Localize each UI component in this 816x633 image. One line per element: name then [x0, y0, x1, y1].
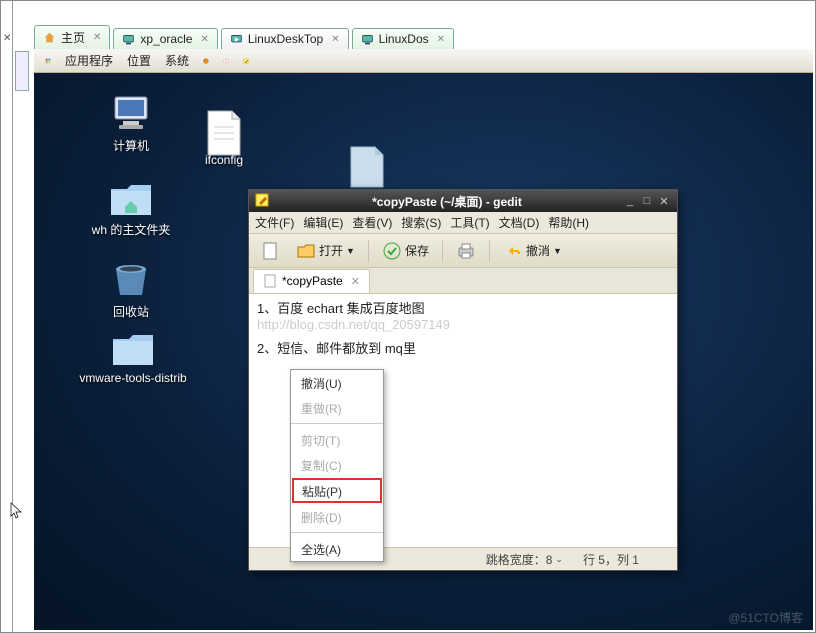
watermark: http://blog.csdn.net/qq_20597149 — [257, 317, 669, 332]
menu-tools[interactable]: 工具(T) — [450, 214, 489, 231]
tab-label: 主页 — [61, 29, 85, 46]
icon-label: wh 的主文件夹 — [86, 221, 176, 238]
close-icon[interactable]: ✕ — [437, 34, 445, 45]
trash-icon — [110, 259, 152, 299]
close-icon[interactable]: ✕ — [331, 34, 339, 45]
ctx-undo[interactable]: 撤消(U) — [291, 370, 383, 395]
places-menu[interactable]: 位置 — [122, 52, 156, 69]
firefox-icon[interactable] — [198, 53, 214, 69]
page-watermark: @51CTO博客 — [728, 609, 803, 626]
close-icon[interactable]: ✕ — [3, 33, 11, 44]
folder-icon — [109, 327, 157, 367]
separator — [489, 240, 490, 262]
ctx-delete: 删除(D) — [291, 504, 383, 529]
separator — [291, 532, 383, 533]
ctx-paste[interactable]: 粘贴(P) — [292, 478, 382, 503]
maximize-button[interactable]: □ — [640, 194, 654, 208]
menubar: 文件(F) 编辑(E) 查看(V) 搜索(S) 工具(T) 文档(D) 帮助(H… — [249, 212, 677, 234]
tab-label: LinuxDeskTop — [248, 32, 323, 46]
menu-file[interactable]: 文件(F) — [255, 214, 294, 231]
menu-search[interactable]: 搜索(S) — [401, 214, 441, 231]
vm-on-icon — [230, 33, 243, 46]
icon-label: vmware-tools-distrib — [74, 371, 192, 385]
menu-help[interactable]: 帮助(H) — [548, 214, 589, 231]
tab-label: *copyPaste — [282, 274, 343, 288]
tab-xp-oracle[interactable]: xp_oracle ✕ — [113, 28, 217, 49]
separator — [368, 240, 369, 262]
editor-tab[interactable]: *copyPaste ✕ — [253, 269, 370, 293]
context-menu: 撤消(U) 重做(R) 剪切(T) 复制(C) 粘贴(P) 删除(D) 全选(A… — [290, 369, 384, 562]
undo-button[interactable]: 撤消 ▼ — [498, 238, 567, 264]
print-button[interactable] — [451, 238, 481, 264]
gedit-icon — [255, 193, 269, 210]
ctx-select-all[interactable]: 全选(A) — [291, 536, 383, 561]
new-button[interactable] — [255, 238, 285, 264]
vm-icon — [361, 33, 374, 46]
home-icon — [43, 31, 56, 44]
close-icon[interactable]: ✕ — [200, 34, 208, 45]
tab-linux-desktop[interactable]: LinuxDeskTop ✕ — [221, 28, 349, 49]
window-titlebar[interactable]: *copyPaste (~/桌面) - gedit _ □ ✕ — [249, 190, 677, 212]
apps-menu[interactable]: 应用程序 — [60, 52, 118, 69]
gedit-window[interactable]: *copyPaste (~/桌面) - gedit _ □ ✕ 文件(F) 编辑… — [248, 189, 678, 571]
desktop-icon-vmware[interactable]: vmware-tools-distrib — [74, 327, 192, 385]
close-button[interactable]: ✕ — [657, 194, 671, 208]
close-icon[interactable]: ✕ — [351, 275, 360, 288]
desktop-icon-trash[interactable]: 回收站 — [86, 259, 176, 320]
split-handle[interactable] — [15, 51, 29, 91]
chevron-down-icon: ⌄ — [555, 554, 563, 565]
editor-area[interactable]: 1、百度 echart 集成百度地图 http://blog.csdn.net/… — [249, 294, 677, 548]
tab-label: LinuxDos — [379, 32, 429, 46]
top-panel: 应用程序 位置 系统 — [34, 49, 813, 73]
outer-frame: ✕ 主页 ✕ xp_oracle ✕ LinuxDeskTop ✕ LinuxD… — [0, 0, 816, 633]
tab-label: xp_oracle — [140, 32, 192, 46]
editor-line: 2、短信、邮件都放到 mq里 — [257, 338, 669, 357]
chevron-down-icon: ▼ — [553, 246, 562, 256]
editor-tabs: *copyPaste ✕ — [249, 268, 677, 294]
editor-line: 1、百度 echart 集成百度地图 — [257, 298, 669, 317]
ctx-copy: 复制(C) — [291, 452, 383, 477]
toolbar: 打开 ▼ 保存 撤消 ▼ — [249, 234, 677, 268]
icon-label: ifconfig — [179, 153, 269, 167]
menu-icon[interactable] — [40, 53, 56, 69]
document-icon — [263, 274, 277, 288]
open-button[interactable]: 打开 ▼ — [291, 238, 360, 264]
left-sidebar: ✕ — [1, 1, 13, 632]
separator — [442, 240, 443, 262]
home-folder-icon — [107, 177, 155, 217]
mouse-cursor — [10, 502, 24, 520]
vm-icon — [122, 33, 135, 46]
linux-desktop[interactable]: 应用程序 位置 系统 计算机 ifconfig — [34, 49, 813, 630]
screenshot-icon[interactable] — [218, 53, 234, 69]
icon-label: 计算机 — [86, 137, 176, 154]
note-icon[interactable] — [238, 53, 254, 69]
computer-icon — [107, 93, 155, 133]
tab-home[interactable]: 主页 ✕ — [34, 25, 110, 49]
minimize-button[interactable]: _ — [623, 194, 637, 208]
menu-edit[interactable]: 编辑(E) — [303, 214, 343, 231]
close-icon[interactable]: ✕ — [93, 32, 101, 43]
status-tabwidth[interactable]: 跳格宽度：8 — [486, 551, 553, 568]
desktop-icon-untitled[interactable] — [322, 145, 412, 189]
tab-linux-dos[interactable]: LinuxDos ✕ — [352, 28, 454, 49]
ctx-cut: 剪切(T) — [291, 427, 383, 452]
host-tab-bar: 主页 ✕ xp_oracle ✕ LinuxDeskTop ✕ LinuxDos… — [34, 25, 454, 49]
status-position: 行 5，列 1 — [583, 551, 639, 568]
menu-view[interactable]: 查看(V) — [352, 214, 392, 231]
system-menu[interactable]: 系统 — [160, 52, 194, 69]
document-icon — [349, 145, 385, 189]
separator — [291, 423, 383, 424]
icon-label: 回收站 — [86, 303, 176, 320]
document-icon — [204, 109, 244, 157]
menu-docs[interactable]: 文档(D) — [499, 214, 540, 231]
desktop-icon-computer[interactable]: 计算机 — [86, 93, 176, 154]
window-title: *copyPaste (~/桌面) - gedit — [274, 193, 620, 210]
desktop-icon-home[interactable]: wh 的主文件夹 — [86, 177, 176, 238]
ctx-redo: 重做(R) — [291, 395, 383, 420]
chevron-down-icon: ▼ — [346, 246, 355, 256]
desktop-icon-ifconfig[interactable]: ifconfig — [179, 109, 269, 167]
save-button[interactable]: 保存 — [377, 238, 434, 264]
